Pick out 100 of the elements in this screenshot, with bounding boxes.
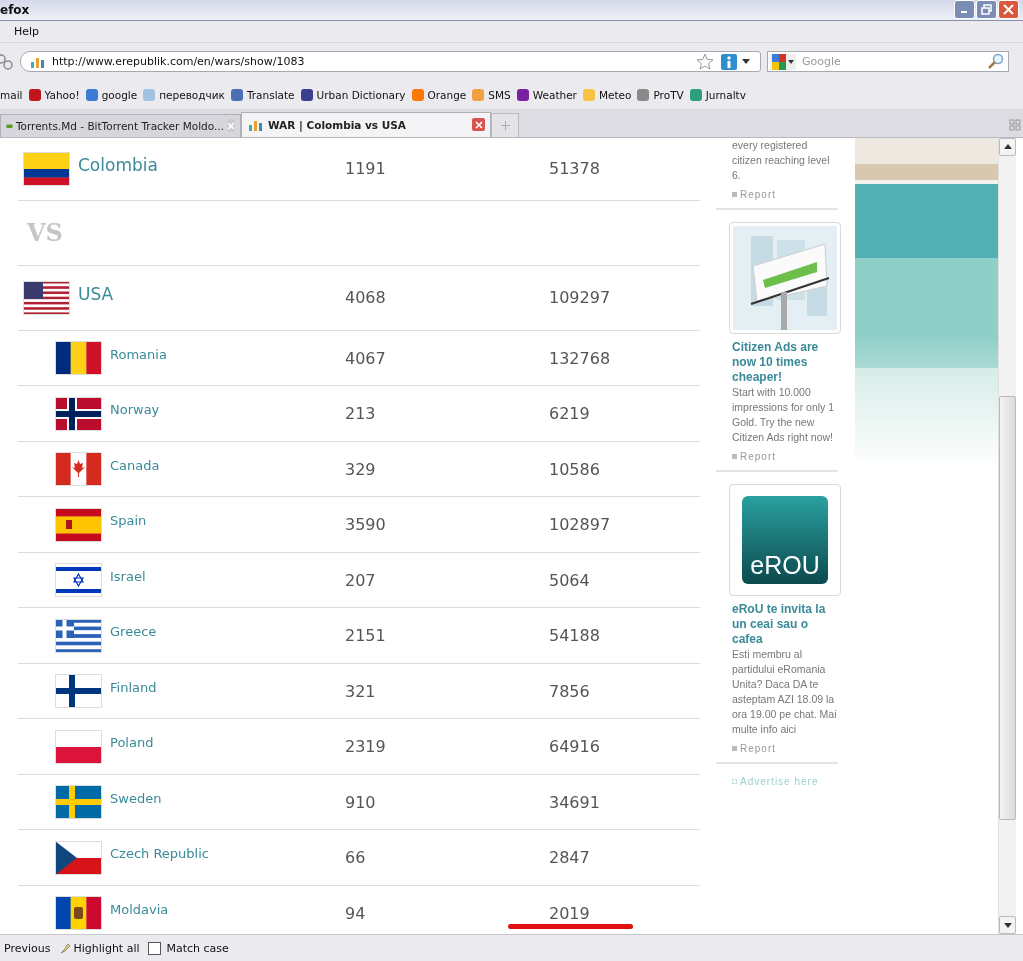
bookmark[interactable]: Orange [410, 87, 467, 102]
dropdown-icon[interactable] [742, 59, 750, 65]
table-cell-text: 329 [345, 459, 377, 479]
table-cell: 5064 [549, 570, 590, 590]
bookmark-icon [636, 87, 651, 102]
table-cell: 6219 [549, 404, 590, 424]
bookmark-icon [515, 87, 530, 102]
search-box[interactable]: Google [767, 51, 1009, 73]
country-link[interactable]: Colombia [78, 154, 158, 175]
flag-icon [55, 452, 102, 487]
flag-icon [55, 729, 102, 764]
bookmark-icon [471, 87, 486, 102]
flag-icon [55, 618, 102, 653]
table-cell: 64916 [549, 737, 600, 757]
bullet-icon [732, 453, 737, 459]
country-link[interactable]: Greece [110, 624, 157, 640]
new-tab-button[interactable] [491, 112, 519, 137]
bookmark[interactable]: ProTV [636, 87, 684, 102]
bookmark[interactable]: Urban Dictionary [299, 87, 406, 102]
bullet-icon [732, 745, 737, 751]
table-cell-text: 94 [345, 903, 367, 923]
down-arrow-icon [1003, 922, 1012, 928]
erou-logo: eROU [742, 495, 828, 584]
minimize-button[interactable] [954, 0, 975, 20]
ad-text: every registered citizen reaching level 6. [732, 137, 831, 183]
ad-title-link[interactable]: eRoU te invita la un ceai sau o cafea [732, 601, 838, 647]
bookmark[interactable]: Jurnaltv [688, 87, 746, 102]
star-icon[interactable] [696, 53, 714, 71]
table-cell: 54188 [549, 626, 600, 646]
scrollbar[interactable] [998, 137, 1016, 935]
country-link[interactable]: Sweden [110, 790, 162, 806]
bookmark[interactable]: SMS [471, 87, 511, 102]
flag-icon [55, 674, 102, 709]
bookmark[interactable]: переводчик [142, 87, 225, 102]
table-cell: 7856 [549, 681, 590, 701]
table-cell: 109297 [549, 288, 611, 308]
up-arrow-icon [1003, 144, 1012, 150]
bookmark-icon [229, 87, 244, 102]
bookmark-icon [27, 87, 42, 102]
flag-icon [23, 280, 70, 315]
scroll-thumb[interactable] [999, 395, 1016, 821]
bullet-icon [732, 778, 737, 784]
browser-tab[interactable]: Torrents.Md - BitTorrent Tracker Moldo... [0, 113, 241, 137]
table-cell: 2847 [549, 848, 590, 868]
address-field[interactable]: http://www.erepublik.com/en/wars/show/1083 [20, 51, 761, 73]
bullet-icon [732, 191, 737, 197]
country-link[interactable]: Poland [110, 735, 154, 751]
match-case-checkbox[interactable]: Match case [147, 941, 229, 955]
bookmark[interactable]: google [84, 87, 138, 102]
table-cell-text: 4067 [345, 348, 387, 368]
ad-text: Start with 10.000 impressions for only 1 Gold. Try the new Citizen Ads right now! [732, 384, 836, 445]
table-cell-text: 321 [345, 681, 377, 701]
table-cell: 10586 [549, 459, 600, 479]
flag-icon [55, 840, 102, 875]
table-cell: 132768 [549, 348, 611, 368]
highlight-all-button[interactable]: Highlight all [58, 941, 140, 955]
restore-button[interactable] [976, 0, 997, 20]
browser-tab[interactable]: WAR | Colombia vs USA [241, 111, 491, 137]
country-link[interactable]: Romania [110, 346, 167, 362]
bookmark[interactable]: Meteo [581, 87, 632, 102]
table-cell: 2019 [549, 903, 590, 923]
table-cell-text: 213 [345, 404, 377, 424]
scroll-down-button[interactable] [999, 916, 1016, 935]
table-cell-text: 4068 [345, 288, 387, 308]
country-link[interactable]: Moldavia [110, 901, 169, 917]
menu-item[interactable]: Help [14, 24, 40, 38]
dropdown-icon [788, 59, 794, 64]
previous-button[interactable]: Previous [4, 941, 51, 955]
ad-image-frame[interactable]: eROU [729, 483, 841, 596]
site-icon [247, 118, 265, 131]
table-cell: 51378 [549, 159, 600, 179]
close-icon [1003, 4, 1014, 16]
country-link[interactable]: Israel [110, 568, 146, 584]
plus-icon [500, 120, 510, 130]
bookmark-icon [581, 87, 596, 102]
bookmark[interactable]: Yahoo! [27, 87, 80, 102]
bookmark[interactable]: mail [0, 88, 23, 101]
table-cell-text: 2319 [345, 737, 387, 757]
engine-selector[interactable] [770, 53, 796, 70]
country-link[interactable]: Norway [110, 402, 160, 418]
country-link[interactable]: Spain [110, 513, 147, 529]
flag-icon [55, 396, 102, 431]
tab-close-button[interactable] [472, 118, 485, 132]
country-link[interactable]: Canada [110, 457, 160, 473]
bookmark[interactable]: Translate [229, 87, 295, 102]
country-link[interactable]: Finland [110, 679, 157, 695]
close-button[interactable] [998, 0, 1019, 20]
bookmark-icon [84, 87, 99, 102]
country-link[interactable]: Czech Republic [110, 846, 209, 862]
country-link[interactable]: USA [78, 283, 114, 304]
bookmark[interactable]: Weather [515, 87, 577, 102]
table-cell-text: 66 [345, 848, 367, 868]
ad-title-link[interactable]: Citizen Ads are now 10 times cheaper! [732, 339, 838, 385]
restore-icon [981, 4, 992, 16]
search-icon[interactable] [987, 53, 1004, 71]
versus-label: VS [27, 218, 63, 248]
table-cell-text: 207 [345, 570, 377, 590]
flag-icon [55, 563, 102, 598]
table-cell-text: 910 [345, 792, 377, 812]
flag-icon [55, 507, 102, 542]
